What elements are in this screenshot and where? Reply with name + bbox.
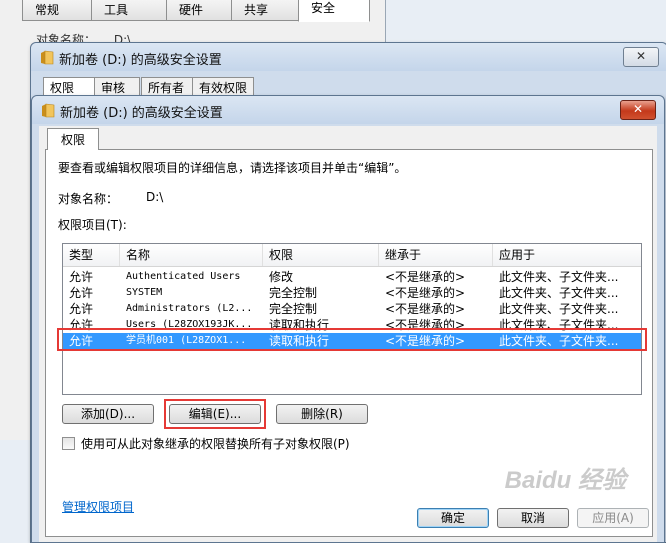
tab-owner[interactable]: 所有者 [141, 77, 193, 97]
cell-type: 允许 [69, 318, 94, 332]
cell-applies-to: 此文件夹、子文件夹... [499, 286, 619, 300]
cell-applies-to: 此文件夹、子文件夹... [499, 302, 619, 316]
cell-inherited-from: <不是继承的> [385, 270, 466, 284]
description-text: 要查看或编辑权限项目的详细信息，请选择该项目并单击“编辑”。 [58, 161, 407, 175]
cell-applies-to: 此文件夹、子文件夹... [499, 318, 619, 332]
cell-name: Administrators (L2... [126, 303, 253, 314]
object-name-label: 对象名称： [58, 192, 119, 206]
tab-permissions[interactable]: 权限 [43, 77, 95, 97]
cell-type: 允许 [69, 302, 94, 316]
title-bar: 新加卷 (D:) 的高级安全设置 ✕ [31, 43, 666, 71]
table-row[interactable]: 允许 Users (L28ZOX193JK... 读取和执行 <不是继承的> 此… [63, 317, 641, 333]
dialog-title: 新加卷 (D:) 的高级安全设置 [60, 106, 223, 121]
folder-icon [41, 50, 54, 65]
table-row[interactable]: 允许 Administrators (L2... 完全控制 <不是继承的> 此文… [63, 301, 641, 317]
cell-inherited-from: <不是继承的> [385, 318, 466, 332]
tab-sharing[interactable]: 共享 [231, 0, 299, 21]
cell-inherited-from: <不是继承的> [385, 302, 466, 316]
tab-hardware[interactable]: 硬件 [166, 0, 232, 21]
edit-button[interactable]: 编辑(E)... [169, 404, 261, 424]
cell-permission: 完全控制 [269, 286, 318, 300]
column-header-name[interactable]: 名称 [120, 244, 263, 266]
replace-child-permissions-label[interactable]: 使用可从此对象继承的权限替换所有子对象权限(P) [81, 435, 350, 452]
permission-entries-list[interactable]: 类型 名称 权限 继承于 应用于 允许 Authenticated Users … [62, 243, 642, 395]
add-button[interactable]: 添加(D)... [62, 404, 154, 424]
cell-permission: 读取和执行 [269, 334, 330, 348]
cell-name: Authenticated Users [126, 271, 241, 282]
close-button[interactable]: ✕ [623, 47, 659, 67]
cell-name: SYSTEM [126, 287, 163, 298]
apply-button[interactable]: 应用(A) [577, 508, 649, 528]
cell-inherited-from: <不是继承的> [385, 286, 466, 300]
column-header-inherited-from[interactable]: 继承于 [379, 244, 493, 266]
cell-applies-to: 此文件夹、子文件夹... [499, 334, 619, 348]
close-button[interactable]: ✕ [620, 100, 656, 120]
tab-permissions[interactable]: 权限 [47, 128, 99, 150]
title-bar: 新加卷 (D:) 的高级安全设置 ✕ [32, 96, 664, 124]
tab-general[interactable]: 常规 [22, 0, 92, 21]
cell-name: 学员机001 (L28ZOX1... [126, 335, 247, 346]
cell-type: 允许 [69, 334, 94, 348]
tab-tools[interactable]: 工具 [91, 0, 167, 21]
folder-icon [42, 103, 55, 118]
tab-effective-permissions[interactable]: 有效权限 [192, 77, 254, 97]
manage-permission-entries-link[interactable]: 管理权限项目 [62, 498, 134, 515]
tab-security[interactable]: 安全 [298, 0, 370, 22]
table-row[interactable]: 允许 SYSTEM 完全控制 <不是继承的> 此文件夹、子文件夹... [63, 285, 641, 301]
object-name-value: D:\ [146, 190, 164, 204]
replace-child-permissions-checkbox[interactable] [62, 437, 75, 450]
cell-permission: 修改 [269, 270, 294, 284]
cell-type: 允许 [69, 286, 94, 300]
table-row[interactable]: 允许 Authenticated Users 修改 <不是继承的> 此文件夹、子… [63, 269, 641, 285]
list-header: 类型 名称 权限 继承于 应用于 [63, 244, 641, 267]
column-header-permission[interactable]: 权限 [263, 244, 379, 266]
cell-permission: 完全控制 [269, 302, 318, 316]
column-header-type[interactable]: 类型 [63, 244, 120, 266]
ok-button[interactable]: 确定 [417, 508, 489, 528]
watermark-logo: Baidu 经验 [504, 467, 626, 494]
table-row-selected[interactable]: 允许 学员机001 (L28ZOX1... 读取和执行 <不是继承的> 此文件夹… [63, 333, 641, 349]
cell-inherited-from: <不是继承的> [385, 334, 466, 348]
cell-name: Users (L28ZOX193JK... [126, 319, 253, 330]
cell-applies-to: 此文件夹、子文件夹... [499, 270, 619, 284]
tab-auditing[interactable]: 审核 [94, 77, 140, 97]
column-header-applies-to[interactable]: 应用于 [493, 244, 643, 266]
window-title: 新加卷 (D:) 的高级安全设置 [59, 53, 222, 68]
permission-entries-label: 权限项目(T): [58, 218, 127, 232]
cell-type: 允许 [69, 270, 94, 284]
remove-button[interactable]: 删除(R) [276, 404, 368, 424]
cancel-button[interactable]: 取消 [497, 508, 569, 528]
cell-permission: 读取和执行 [269, 318, 330, 332]
